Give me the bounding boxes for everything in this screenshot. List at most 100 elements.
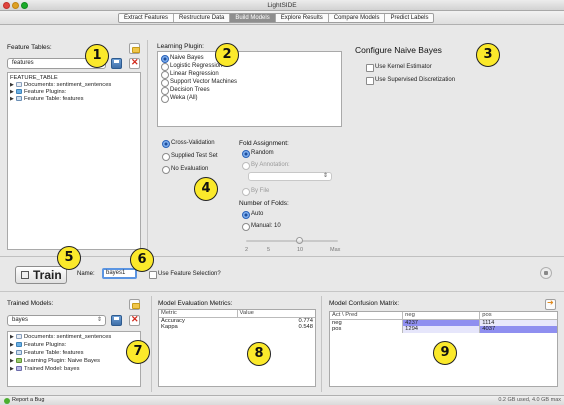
slider-tick: Max bbox=[330, 247, 341, 253]
folds-auto-radio[interactable]: Auto bbox=[242, 210, 263, 219]
kernel-estimator-checkbox[interactable]: Use Kernel Estimator bbox=[366, 63, 432, 72]
tree-item-documents[interactable]: ▶ Documents: sentiment_sentences bbox=[10, 82, 111, 89]
delete-model-button[interactable] bbox=[129, 314, 140, 326]
tree-item-feature-table[interactable]: ▶ Feature Table: features bbox=[10, 350, 84, 357]
minimize-window-button[interactable] bbox=[12, 2, 19, 9]
open-model-folder-button[interactable] bbox=[129, 299, 140, 310]
metric-name: Accuracy bbox=[161, 317, 185, 324]
learning-plugin-label: Learning Plugin: bbox=[157, 43, 204, 50]
folds-slider-knob[interactable] bbox=[296, 237, 303, 244]
folds-slider-track[interactable] bbox=[246, 240, 338, 242]
bug-icon bbox=[4, 398, 10, 404]
fold-by-file-radio[interactable]: By File bbox=[242, 187, 269, 196]
table-icon bbox=[16, 96, 22, 101]
metrics-table-box: Metric Value Accuracy 0.774 Kappa 0.548 bbox=[158, 309, 316, 387]
splitter[interactable] bbox=[321, 296, 322, 392]
confusion-cell[interactable]: 1294 bbox=[402, 326, 480, 333]
tab-build-models[interactable]: Build Models bbox=[230, 14, 276, 22]
callout-badge: 8 bbox=[247, 342, 271, 366]
save-feature-table-button[interactable] bbox=[111, 58, 122, 69]
callout-badge: 5 bbox=[57, 246, 81, 270]
tree-item-plugins[interactable]: ▶ Feature Plugins: bbox=[10, 89, 66, 96]
annotation-dropdown[interactable]: ⇕ bbox=[248, 172, 332, 181]
splitter[interactable] bbox=[147, 40, 148, 252]
table-row[interactable]: neg 4237 1114 bbox=[330, 319, 557, 326]
feature-table-tree: FEATURE_TABLE ▶ Documents: sentiment_sent… bbox=[7, 72, 141, 250]
plugin-option-decision-trees[interactable]: Decision Trees bbox=[161, 86, 210, 95]
tab-restructure-data[interactable]: Restructure Data bbox=[174, 14, 231, 22]
train-button[interactable]: Train bbox=[15, 266, 67, 284]
callout-badge: 9 bbox=[433, 341, 457, 365]
column-header[interactable]: Metric bbox=[159, 310, 237, 318]
arrow-right-icon: ➜ bbox=[547, 298, 554, 307]
plugin-option-naive-bayes[interactable]: Naive Bayes bbox=[161, 54, 204, 63]
tab-extract-features[interactable]: Extract Features bbox=[119, 14, 175, 22]
plugin-option-logistic-regression[interactable]: Logistic Regression bbox=[161, 62, 222, 71]
delete-feature-table-button[interactable] bbox=[129, 57, 140, 69]
tree-item-plugins[interactable]: ▶ Feature Plugins: bbox=[10, 342, 66, 349]
save-model-button[interactable] bbox=[111, 315, 122, 326]
stop-button[interactable] bbox=[540, 267, 552, 279]
tree-item-feature-table[interactable]: ▶ Feature Table: features bbox=[10, 96, 84, 103]
fold-by-annotation-radio[interactable]: By Annotation: bbox=[242, 161, 290, 170]
tree-item-documents[interactable]: ▶ Documents: sentiment_sentences bbox=[10, 334, 111, 341]
eval-cross-validation-radio[interactable]: Cross-Validation bbox=[162, 139, 215, 148]
report-bug-link[interactable]: Report a Bug bbox=[12, 396, 44, 405]
callout-badge: 7 bbox=[126, 340, 150, 364]
column-header[interactable]: neg bbox=[402, 312, 480, 320]
tab-compare-models[interactable]: Compare Models bbox=[328, 14, 386, 22]
callout-badge: 4 bbox=[194, 177, 218, 201]
document-icon bbox=[16, 82, 22, 87]
plugin-option-weka[interactable]: Weka (All) bbox=[161, 94, 198, 103]
folds-manual-radio[interactable]: Manual: 10 bbox=[242, 222, 281, 231]
plugin-option-linear-regression[interactable]: Linear Regression bbox=[161, 70, 219, 79]
table-row[interactable]: pos 1294 4037 bbox=[330, 326, 557, 333]
eval-supplied-test-set-radio[interactable]: Supplied Test Set bbox=[162, 152, 218, 161]
learning-icon bbox=[16, 358, 22, 363]
table-row[interactable]: Accuracy 0.774 bbox=[159, 317, 315, 324]
model-name-input[interactable]: bayes1 bbox=[102, 268, 137, 279]
metrics-label: Model Evaluation Metrics: bbox=[158, 300, 233, 307]
tree-item-trained-model[interactable]: ▶ Trained Model: bayes bbox=[10, 366, 80, 373]
open-folder-button[interactable] bbox=[129, 43, 140, 54]
column-header[interactable]: Value bbox=[236, 310, 315, 318]
callout-badge: 2 bbox=[215, 43, 239, 67]
table-row[interactable]: Kappa 0.548 bbox=[159, 324, 315, 331]
learning-plugin-list: Naive Bayes Logistic Regression Linear R… bbox=[157, 51, 342, 127]
tree-root: FEATURE_TABLE bbox=[10, 75, 58, 81]
document-icon bbox=[16, 334, 22, 339]
configure-title: Configure Naive Bayes bbox=[355, 45, 442, 55]
close-window-button[interactable] bbox=[3, 2, 10, 9]
column-header[interactable]: Act \ Pred bbox=[330, 312, 403, 320]
metric-value: 0.774 bbox=[298, 317, 313, 324]
name-label: Name: bbox=[77, 271, 95, 277]
splitter[interactable] bbox=[151, 296, 152, 392]
slider-tick: 2 bbox=[245, 247, 249, 253]
chevron-updown-icon: ⇕ bbox=[322, 173, 328, 179]
supervised-discretization-checkbox[interactable]: Use Supervised Discretization bbox=[366, 76, 455, 85]
trained-model-tree: ▶ Documents: sentiment_sentences ▶ Feature… bbox=[7, 331, 141, 387]
tree-item-learning-plugin[interactable]: ▶ Learning Plugin: Naive Bayes bbox=[10, 358, 100, 365]
fold-random-radio[interactable]: Random bbox=[242, 149, 274, 158]
metrics-table: Metric Value Accuracy 0.774 Kappa 0.548 bbox=[159, 310, 315, 331]
window-title: LightSIDE bbox=[267, 2, 297, 9]
trained-model-dropdown[interactable]: bayes ⇕ bbox=[7, 315, 106, 326]
confusion-matrix-label: Model Confusion Matrix: bbox=[329, 300, 400, 307]
confusion-cell[interactable]: 4237 bbox=[402, 319, 480, 326]
eval-no-evaluation-radio[interactable]: No Evaluation bbox=[162, 165, 208, 174]
tab-explore-results[interactable]: Explore Results bbox=[275, 14, 329, 22]
train-icon bbox=[21, 271, 29, 279]
stop-icon bbox=[544, 271, 548, 275]
plugin-option-svm[interactable]: Support Vector Machines bbox=[161, 78, 237, 87]
zoom-window-button[interactable] bbox=[21, 2, 28, 9]
number-of-folds-label: Number of Folds: bbox=[239, 200, 289, 207]
divider bbox=[0, 291, 564, 292]
feature-selection-checkbox[interactable]: Use Feature Selection? bbox=[149, 270, 221, 279]
feature-tables-label: Feature Tables: bbox=[7, 44, 52, 51]
title-bar: LightSIDE bbox=[0, 0, 564, 11]
tab-predict-labels[interactable]: Predict Labels bbox=[385, 14, 434, 22]
export-button[interactable]: ➜ bbox=[545, 298, 556, 310]
column-header[interactable]: pos bbox=[479, 312, 557, 320]
confusion-cell[interactable]: 4037 bbox=[479, 326, 557, 333]
confusion-cell[interactable]: 1114 bbox=[479, 319, 557, 326]
